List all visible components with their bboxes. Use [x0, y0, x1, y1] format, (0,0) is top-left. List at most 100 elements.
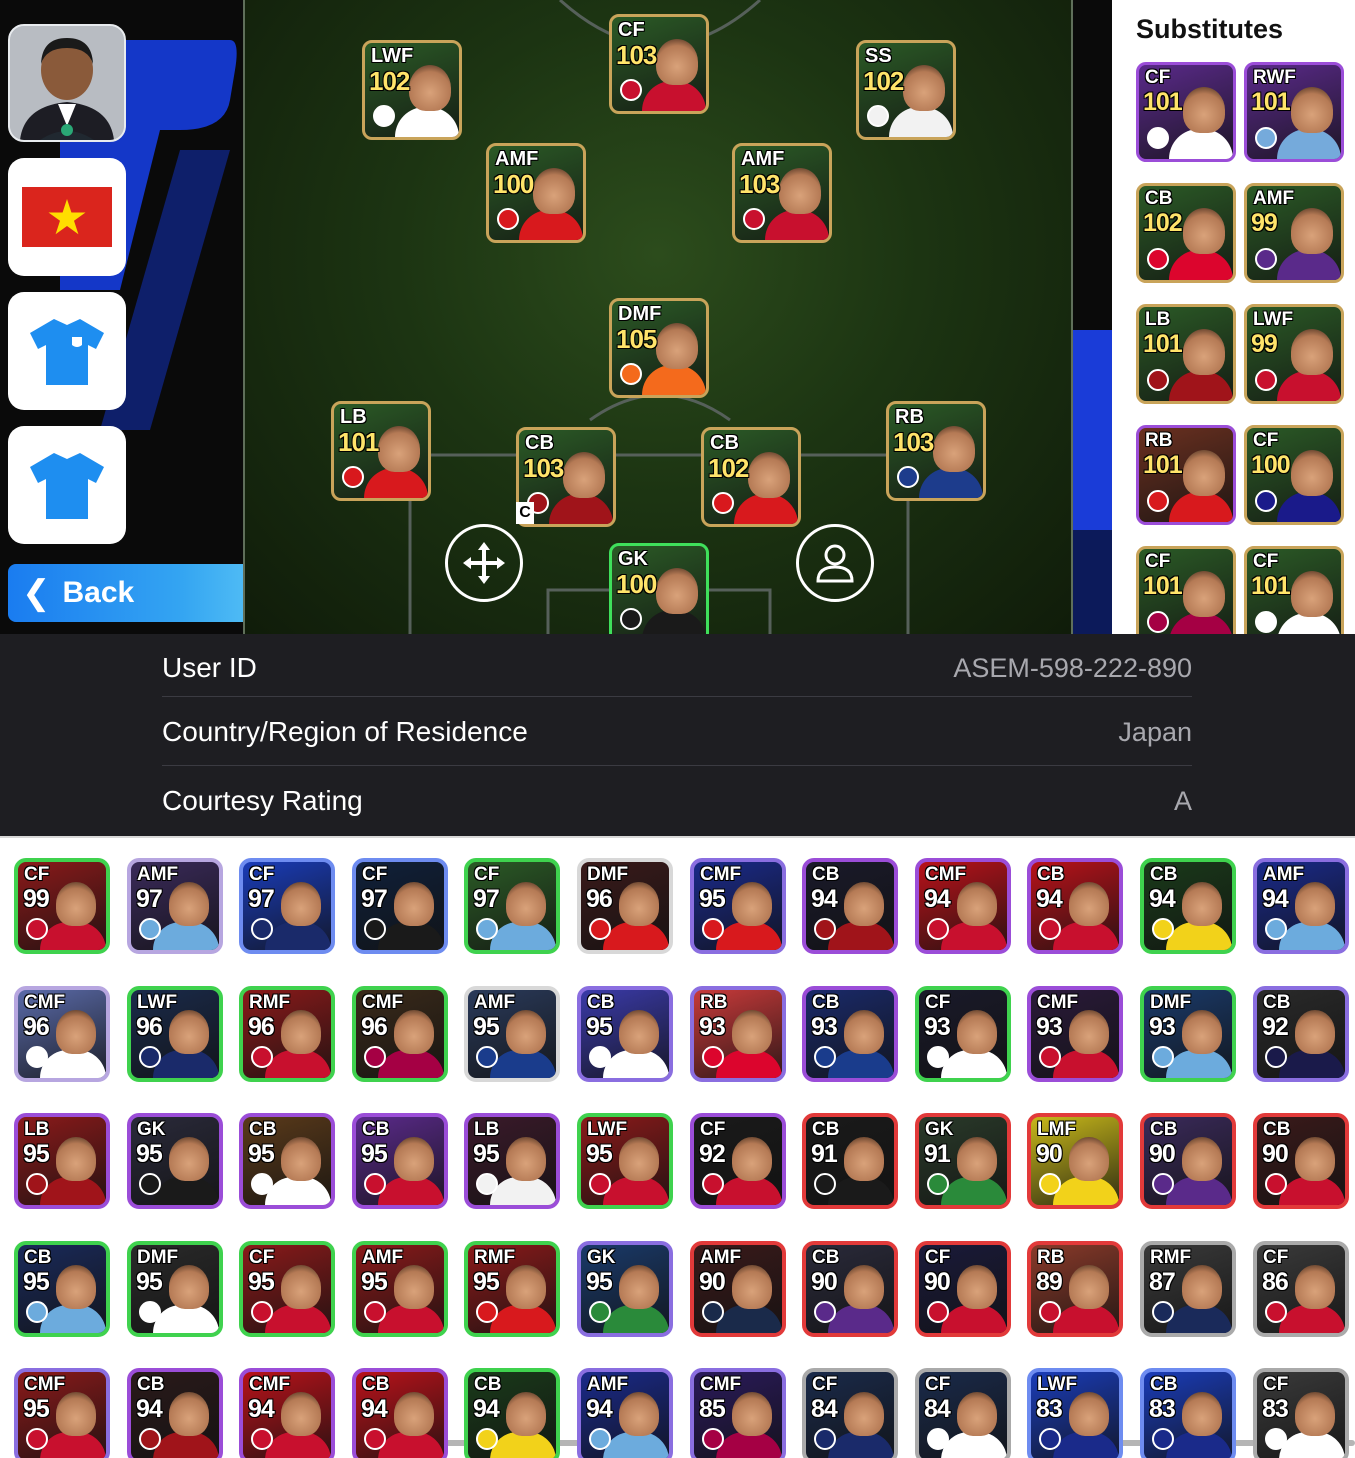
- collection-player-card[interactable]: AMF 94: [577, 1368, 673, 1458]
- collection-player-card[interactable]: CF 92: [690, 1113, 786, 1209]
- collection-player-card[interactable]: RB 93: [690, 986, 786, 1082]
- formation-player-card[interactable]: CF 103: [609, 14, 709, 114]
- collection-player-card[interactable]: RMF 96: [239, 986, 335, 1082]
- away-kit-button[interactable]: [8, 426, 126, 544]
- collection-player-card[interactable]: LMF 90: [1027, 1113, 1123, 1209]
- collection-player-card[interactable]: CB 95: [14, 1241, 110, 1337]
- player-kit: [603, 1050, 669, 1078]
- collection-player-card[interactable]: AMF 97: [127, 858, 223, 954]
- formation-player-card[interactable]: RB 103: [886, 401, 986, 501]
- collection-player-card[interactable]: CF 97: [239, 858, 335, 954]
- collection-player-card[interactable]: CB 90: [1140, 1113, 1236, 1209]
- formation-player-card[interactable]: AMF 103: [732, 143, 832, 243]
- substitute-player-card[interactable]: CF 101: [1136, 546, 1236, 634]
- collection-player-card[interactable]: CMF 94: [239, 1368, 335, 1458]
- collection-player-card[interactable]: CF 97: [464, 858, 560, 954]
- formation-player-card[interactable]: CB 102: [701, 427, 801, 527]
- collection-player-card[interactable]: RB 89: [1027, 1241, 1123, 1337]
- collection-player-card[interactable]: LWF 83: [1027, 1368, 1123, 1458]
- collection-player-card[interactable]: CB 92: [1253, 986, 1349, 1082]
- player-kit: [153, 1050, 219, 1078]
- collection-player-card[interactable]: DMF 93: [1140, 986, 1236, 1082]
- player-rating: 90: [1149, 1140, 1176, 1168]
- formation-player-card[interactable]: DMF 105: [609, 298, 709, 398]
- collection-player-card[interactable]: CB 90: [802, 1241, 898, 1337]
- substitute-player-card[interactable]: CB 102: [1136, 183, 1236, 283]
- collection-player-card[interactable]: CMF 95: [690, 858, 786, 954]
- club-badge-icon: [589, 918, 611, 940]
- collection-player-card[interactable]: GK 95: [577, 1241, 673, 1337]
- collection-player-card[interactable]: AMF 95: [352, 1241, 448, 1337]
- collection-player-card[interactable]: LB 95: [464, 1113, 560, 1209]
- collection-player-card[interactable]: CF 97: [352, 858, 448, 954]
- collection-player-card[interactable]: CF 99: [14, 858, 110, 954]
- player-rating: 84: [924, 1395, 951, 1423]
- collection-player-card[interactable]: CB 94: [1140, 858, 1236, 954]
- collection-player-card[interactable]: AMF 90: [690, 1241, 786, 1337]
- substitute-player-card[interactable]: CF 101: [1136, 62, 1236, 162]
- collection-player-card[interactable]: CB 95: [239, 1113, 335, 1209]
- player-portrait: [394, 1010, 434, 1054]
- collection-player-card[interactable]: CMF 95: [14, 1368, 110, 1458]
- formation-player-card[interactable]: LWF 102: [362, 40, 462, 140]
- collection-player-card[interactable]: CB 83: [1140, 1368, 1236, 1458]
- formation-player-card[interactable]: SS 102: [856, 40, 956, 140]
- collection-player-card[interactable]: CMF 93: [1027, 986, 1123, 1082]
- collection-player-card[interactable]: CB 94: [127, 1368, 223, 1458]
- collection-player-card[interactable]: AMF 94: [1253, 858, 1349, 954]
- club-badge-icon: [251, 1301, 273, 1323]
- collection-player-card[interactable]: LWF 96: [127, 986, 223, 1082]
- substitute-player-card[interactable]: CF 100: [1244, 425, 1344, 525]
- collection-player-card[interactable]: CMF 85: [690, 1368, 786, 1458]
- captain-badge: C: [516, 502, 534, 524]
- substitute-player-card[interactable]: RB 101: [1136, 425, 1236, 525]
- collection-player-card[interactable]: CB 94: [802, 858, 898, 954]
- collection-player-card[interactable]: LWF 95: [577, 1113, 673, 1209]
- collection-player-card[interactable]: CF 90: [915, 1241, 1011, 1337]
- collection-player-card[interactable]: CB 93: [802, 986, 898, 1082]
- collection-player-card[interactable]: CMF 96: [352, 986, 448, 1082]
- formation-player-card[interactable]: GK 100: [609, 543, 709, 634]
- home-kit-button[interactable]: [8, 292, 126, 410]
- player-kit: [153, 1177, 219, 1205]
- manager-button[interactable]: [8, 24, 126, 142]
- player-profile-button[interactable]: [796, 524, 874, 602]
- collection-player-card[interactable]: CMF 94: [915, 858, 1011, 954]
- move-button[interactable]: [445, 524, 523, 602]
- collection-player-card[interactable]: LB 95: [14, 1113, 110, 1209]
- player-kit: [716, 1050, 782, 1078]
- formation-player-card[interactable]: AMF 100: [486, 143, 586, 243]
- collection-player-card[interactable]: GK 95: [127, 1113, 223, 1209]
- club-badge-icon: [364, 1301, 386, 1323]
- substitute-player-card[interactable]: LB 101: [1136, 304, 1236, 404]
- collection-player-card[interactable]: CB 90: [1253, 1113, 1349, 1209]
- collection-player-card[interactable]: GK 91: [915, 1113, 1011, 1209]
- collection-player-card[interactable]: CF 93: [915, 986, 1011, 1082]
- nationality-button[interactable]: [8, 158, 126, 276]
- collection-player-card[interactable]: CF 84: [915, 1368, 1011, 1458]
- collection-player-card[interactable]: CF 84: [802, 1368, 898, 1458]
- collection-player-card[interactable]: CB 95: [352, 1113, 448, 1209]
- collection-player-card[interactable]: AMF 95: [464, 986, 560, 1082]
- formation-player-card[interactable]: LB 101: [331, 401, 431, 501]
- substitute-player-card[interactable]: CF 101: [1244, 546, 1344, 634]
- substitute-player-card[interactable]: LWF 99: [1244, 304, 1344, 404]
- collection-player-card[interactable]: CF 95: [239, 1241, 335, 1337]
- back-button[interactable]: ❮ Back: [8, 564, 276, 622]
- collection-player-card[interactable]: DMF 95: [127, 1241, 223, 1337]
- substitute-player-card[interactable]: AMF 99: [1244, 183, 1344, 283]
- collection-player-card[interactable]: CB 94: [352, 1368, 448, 1458]
- collection-player-card[interactable]: RMF 95: [464, 1241, 560, 1337]
- collection-player-card[interactable]: CF 86: [1253, 1241, 1349, 1337]
- collection-player-card[interactable]: CB 94: [464, 1368, 560, 1458]
- collection-player-card[interactable]: CB 95: [577, 986, 673, 1082]
- collection-player-card[interactable]: CMF 96: [14, 986, 110, 1082]
- collection-player-card[interactable]: RMF 87: [1140, 1241, 1236, 1337]
- substitute-player-card[interactable]: RWF 101: [1244, 62, 1344, 162]
- player-position: DMF: [137, 1247, 179, 1268]
- collection-player-card[interactable]: CB 94: [1027, 858, 1123, 954]
- collection-player-card[interactable]: CF 83: [1253, 1368, 1349, 1458]
- collection-player-card[interactable]: DMF 96: [577, 858, 673, 954]
- collection-player-card[interactable]: CB 91: [802, 1113, 898, 1209]
- player-position: CB: [1037, 864, 1065, 885]
